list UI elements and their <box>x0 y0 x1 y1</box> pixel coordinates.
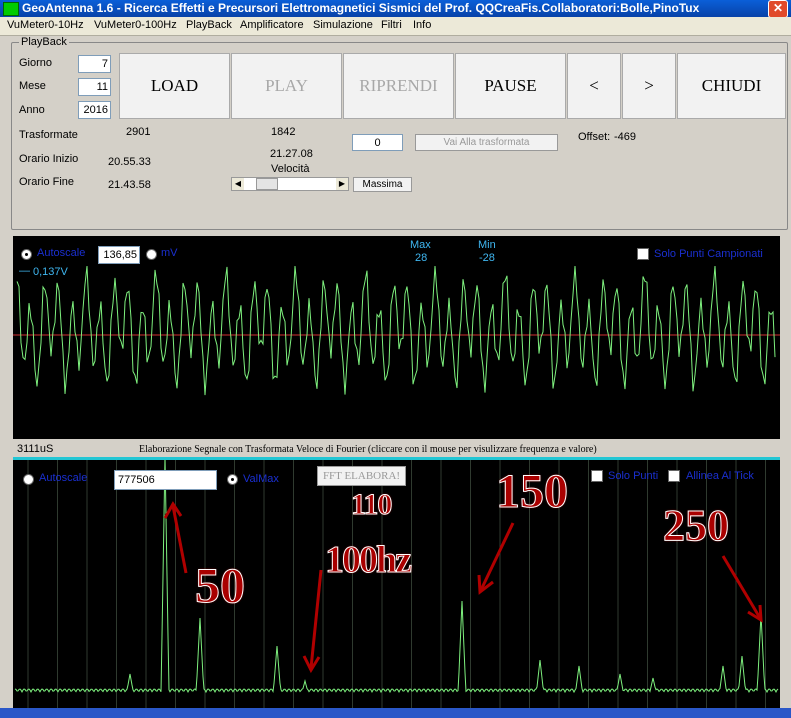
menu-filtri[interactable]: Filtri <box>381 19 402 31</box>
trasformate-current: 1842 <box>271 126 296 138</box>
mese-input[interactable]: 11 <box>78 78 111 96</box>
time-per-division: 3111uS <box>17 443 54 455</box>
solo-punti-campionati-checkbox[interactable] <box>637 248 649 260</box>
fft-autoscale-radio[interactable] <box>23 474 34 485</box>
min-label: Min <box>478 239 496 251</box>
valmax-radio[interactable] <box>227 474 238 485</box>
fft-solo-punti-label: Solo Punti <box>608 470 659 482</box>
annotation-150: 150 <box>496 465 569 519</box>
next-button[interactable]: > <box>622 53 676 119</box>
fft-solo-punti-checkbox[interactable] <box>591 470 603 482</box>
annotation-110: 110 <box>350 488 392 522</box>
scope-scale-input[interactable]: 136,85 <box>98 246 140 264</box>
orario-fine-label: Orario Fine <box>19 176 75 188</box>
play-button[interactable]: PLAY <box>231 53 342 119</box>
vai-alla-trasformata-button[interactable]: Vai Alla trasformata <box>415 134 558 151</box>
velocita-label: Velocità <box>271 163 310 175</box>
taskbar <box>0 708 791 718</box>
annotation-250: 250 <box>663 501 730 551</box>
current-time: 21.27.08 <box>270 148 313 160</box>
fft-plot <box>14 460 779 708</box>
solo-punti-campionati-label: Solo Punti Campionati <box>654 248 763 260</box>
allinea-al-tick-checkbox[interactable] <box>668 470 680 482</box>
oscilloscope-trace <box>13 265 780 396</box>
fft-autoscale-label: Autoscale <box>39 472 88 484</box>
menu-simulazione[interactable]: Simulazione <box>313 19 373 31</box>
slider-thumb[interactable] <box>256 178 279 190</box>
scope-mv-label: mV <box>161 247 178 259</box>
anno-input[interactable]: 2016 <box>78 101 111 119</box>
voltage-label: 0,137V <box>33 266 68 278</box>
giorno-label: Giorno <box>19 57 53 69</box>
load-button[interactable]: LOAD <box>119 53 230 119</box>
speed-slider[interactable]: ◀ ▶ <box>231 177 349 191</box>
menu-info[interactable]: Info <box>413 19 431 31</box>
slider-left-arrow[interactable]: ◀ <box>232 178 244 190</box>
fft-elabora-button[interactable]: FFT ELABORA! <box>317 466 406 486</box>
scope-autoscale-radio[interactable] <box>21 249 32 260</box>
fft-header: Elaborazione Segnale con Trasformata Vel… <box>139 444 597 455</box>
scope-mv-radio[interactable] <box>146 249 157 260</box>
slider-right-arrow[interactable]: ▶ <box>336 178 348 190</box>
playback-legend: PlayBack <box>19 36 69 48</box>
menu-vumeter-10hz[interactable]: VuMeter0-10Hz <box>7 19 84 31</box>
menu-playback[interactable]: PlayBack <box>186 19 232 31</box>
prev-button[interactable]: < <box>567 53 621 119</box>
anno-label: Anno <box>19 104 45 116</box>
min-value: -28 <box>479 252 495 264</box>
trasformate-value: 2901 <box>126 126 151 138</box>
allinea-al-tick-label: Allinea Al Tick <box>686 470 754 482</box>
annotation-100hz: 100hz <box>325 539 413 582</box>
signal-trace <box>16 265 776 396</box>
mese-label: Mese <box>19 80 46 92</box>
goto-input[interactable]: 0 <box>352 134 403 151</box>
title-bar: GeoAntenna 1.6 - Ricerca Effetti e Precu… <box>0 0 791 18</box>
fft-value-input[interactable]: 777506 <box>114 470 217 490</box>
pause-button[interactable]: PAUSE <box>455 53 566 119</box>
orario-inizio-value: 20.55.33 <box>108 156 151 168</box>
annotation-50: 50 <box>195 557 246 614</box>
massima-button[interactable]: Massima <box>353 177 412 192</box>
chiudi-button[interactable]: CHIUDI <box>677 53 786 119</box>
fft-spectrum-panel[interactable]: Autoscale 777506 ValMax FFT ELABORA! Sol… <box>13 457 780 708</box>
menu-amplificatore[interactable]: Amplificatore <box>240 19 304 31</box>
valmax-label: ValMax <box>243 473 279 485</box>
scope-autoscale-label: Autoscale <box>37 247 86 259</box>
riprendi-button[interactable]: RIPRENDI <box>343 53 454 119</box>
close-button[interactable]: ✕ <box>768 0 788 18</box>
orario-inizio-label: Orario Inizio <box>19 153 79 165</box>
giorno-input[interactable]: 7 <box>78 55 111 73</box>
trasformate-label: Trasformate <box>19 129 78 141</box>
max-value: 28 <box>415 252 428 264</box>
voltage-tick: — <box>19 265 30 277</box>
app-icon <box>3 2 19 16</box>
menu-vumeter-100hz[interactable]: VuMeter0-100Hz <box>94 19 177 31</box>
orario-fine-value: 21.43.58 <box>108 179 151 191</box>
offset-value: -469 <box>614 131 637 143</box>
fft-gridlines <box>27 460 766 708</box>
window-title: GeoAntenna 1.6 - Ricerca Effetti e Precu… <box>22 1 700 15</box>
oscilloscope-panel[interactable]: Autoscale 136,85 mV Max 28 Min -28 Solo … <box>13 236 780 439</box>
max-label: Max <box>410 239 431 251</box>
menu-bar: VuMeter0-10Hz VuMeter0-100Hz PlayBack Am… <box>0 17 791 36</box>
offset-label: Offset: <box>578 131 611 143</box>
